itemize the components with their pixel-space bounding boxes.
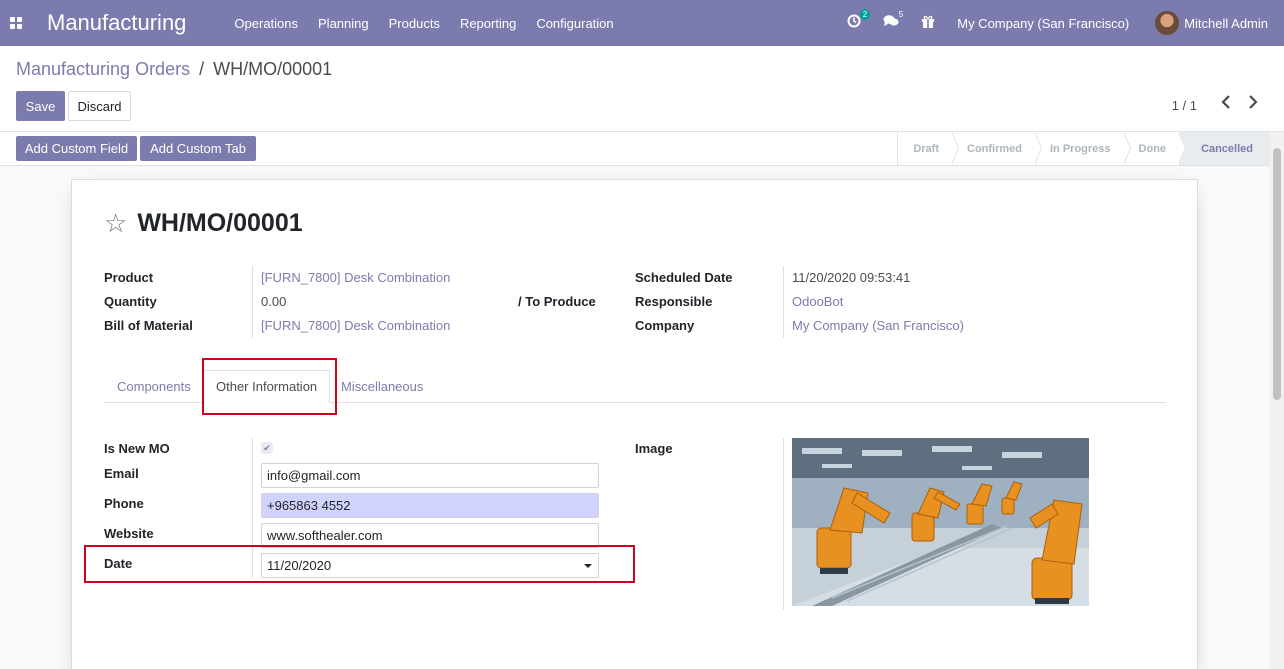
favorite-star-icon[interactable]: ☆	[104, 208, 127, 239]
responsible-label: Responsible	[635, 294, 713, 309]
messages-count-badge: 5	[898, 10, 904, 19]
tab-miscellaneous[interactable]: Miscellaneous	[341, 370, 423, 403]
responsible-field[interactable]: OdooBot	[792, 294, 843, 309]
activity-count-badge: 2	[859, 9, 871, 20]
phone-field[interactable]	[261, 493, 599, 518]
top-navbar: Manufacturing Operations Planning Produc…	[0, 0, 1284, 46]
phone-label: Phone	[104, 496, 144, 511]
scrollbar-thumb[interactable]	[1273, 148, 1281, 400]
stage-cancelled[interactable]: Cancelled	[1179, 132, 1270, 165]
menu-planning[interactable]: Planning	[318, 16, 369, 31]
stage-confirmed[interactable]: Confirmed	[952, 132, 1042, 165]
messages-icon[interactable]: 5	[883, 10, 903, 32]
menu-configuration[interactable]: Configuration	[536, 16, 613, 31]
email-label: Email	[104, 466, 139, 481]
apps-menu-icon[interactable]	[0, 0, 32, 46]
product-label: Product	[104, 270, 154, 285]
company-label: Company	[635, 318, 695, 333]
add-custom-field-button[interactable]: Add Custom Field	[16, 136, 137, 161]
stage-done[interactable]: Done	[1124, 132, 1186, 165]
to-produce-label: / To Produce	[518, 294, 596, 309]
pager-next-icon[interactable]	[1248, 95, 1258, 114]
is-new-mo-label: Is New MO	[104, 441, 170, 456]
app-name[interactable]: Manufacturing	[47, 10, 186, 36]
add-custom-tab-button[interactable]: Add Custom Tab	[140, 136, 256, 161]
user-menu[interactable]: Mitchell Admin	[1155, 11, 1268, 35]
save-button[interactable]: Save	[16, 91, 65, 121]
field-divider	[783, 438, 784, 610]
stage-draft[interactable]: Draft	[898, 132, 959, 165]
record-title: ☆ WH/MO/00001	[104, 208, 303, 239]
status-row: Add Custom Field Add Custom Tab Draft Co…	[0, 132, 1284, 166]
discard-button[interactable]: Discard	[68, 91, 131, 121]
scheduled-date-field[interactable]: 11/20/2020 09:53:41	[792, 270, 910, 285]
product-field[interactable]: [FURN_7800] Desk Combination	[261, 270, 450, 285]
pager-previous-icon[interactable]	[1221, 95, 1231, 114]
breadcrumb: Manufacturing Orders / WH/MO/00001	[16, 59, 332, 80]
field-divider	[783, 266, 784, 338]
bom-field[interactable]: [FURN_7800] Desk Combination	[261, 318, 450, 333]
breadcrumb-current: WH/MO/00001	[213, 59, 333, 79]
scheduled-date-label: Scheduled Date	[635, 270, 733, 285]
pager-value[interactable]: 1 / 1	[1172, 98, 1197, 113]
product-image[interactable]	[792, 438, 1089, 606]
menu-operations[interactable]: Operations	[234, 16, 298, 31]
user-avatar	[1155, 11, 1180, 35]
tab-components[interactable]: Components	[117, 370, 191, 403]
form-sheet: ☆ WH/MO/00001 Product [FURN_7800] Desk C…	[71, 179, 1198, 669]
menu-reporting[interactable]: Reporting	[460, 16, 516, 31]
breadcrumb-separator: /	[199, 59, 205, 79]
menu-products[interactable]: Products	[389, 16, 440, 31]
scrollbar[interactable]	[1270, 132, 1284, 669]
breadcrumb-parent[interactable]: Manufacturing Orders	[16, 59, 190, 79]
email-field[interactable]	[261, 463, 599, 488]
stage-in-progress[interactable]: In Progress	[1035, 132, 1131, 165]
quantity-label: Quantity	[104, 294, 157, 309]
company-switcher[interactable]: My Company (San Francisco)	[957, 16, 1129, 31]
quantity-field[interactable]: 0.00	[261, 294, 286, 309]
website-label: Website	[104, 526, 154, 541]
bom-label: Bill of Material	[104, 318, 193, 333]
image-label: Image	[635, 441, 673, 456]
company-field[interactable]: My Company (San Francisco)	[792, 318, 964, 333]
gift-icon[interactable]	[921, 14, 935, 32]
activity-icon[interactable]: 2	[847, 9, 871, 32]
user-name: Mitchell Admin	[1184, 15, 1268, 31]
annotation-box-tab	[202, 358, 337, 415]
record-name: WH/MO/00001	[137, 209, 303, 237]
status-bar: Draft Confirmed In Progress Done Cancell…	[897, 132, 1270, 165]
is-new-mo-checkbox[interactable]: ✔	[261, 442, 273, 454]
control-panel: Manufacturing Orders / WH/MO/00001 Save …	[0, 46, 1284, 132]
annotation-box-date	[84, 545, 635, 583]
field-divider	[252, 266, 253, 338]
